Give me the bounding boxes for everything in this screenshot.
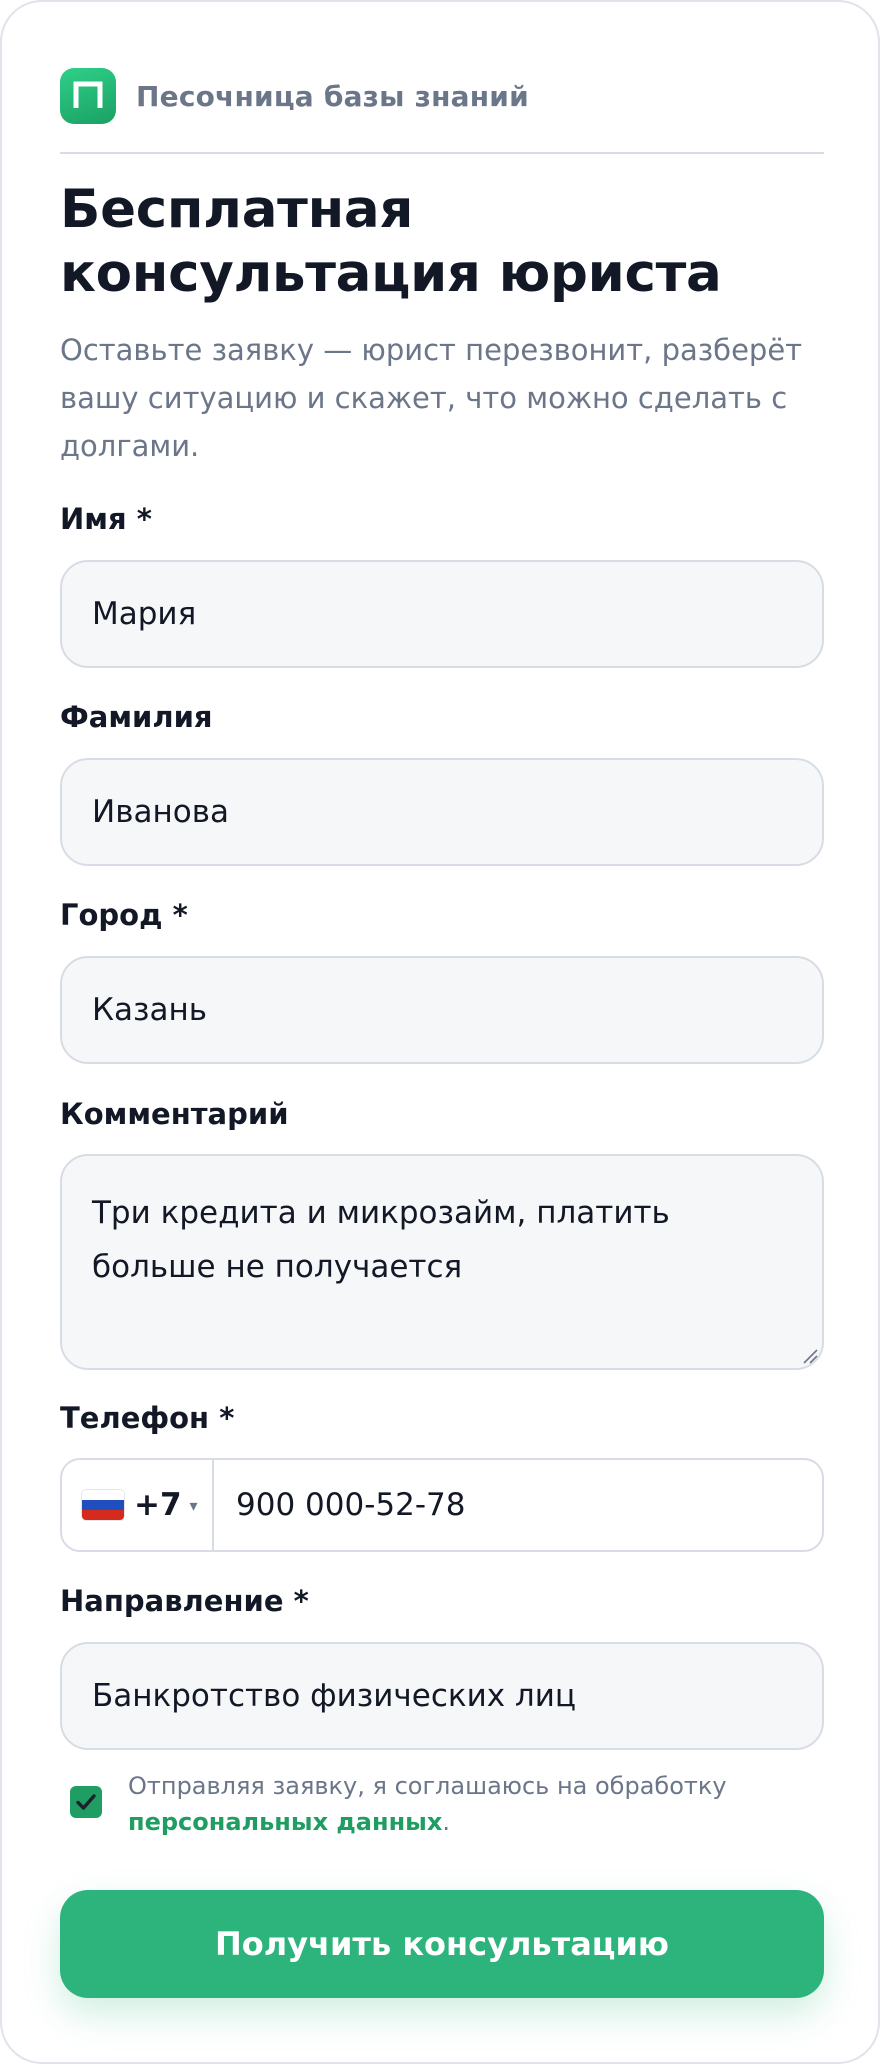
last-name-label: Фамилия bbox=[60, 700, 213, 734]
checkmark-icon bbox=[76, 1794, 96, 1810]
page-subtitle: Оставьте заявку — юрист перезвонит, разб… bbox=[60, 333, 803, 463]
consultation-card: Песочница базы знаний Бесплатная консуль… bbox=[0, 0, 880, 2064]
city-label: Город * bbox=[60, 898, 188, 932]
phone-number-value: 900 000-52-78 bbox=[236, 1487, 466, 1523]
country-code-select[interactable]: +7 ▾ bbox=[62, 1460, 214, 1550]
chevron-down-icon: ▾ bbox=[189, 1495, 198, 1515]
first-name-input[interactable]: Мария bbox=[60, 560, 824, 668]
comment-value: Три кредита и микрозайм, платить больше … bbox=[92, 1195, 670, 1285]
brand-name: Песочница базы знаний bbox=[136, 79, 529, 113]
first-name-value: Мария bbox=[92, 596, 197, 632]
consent-trailing: . bbox=[442, 1808, 450, 1836]
personal-data-link[interactable]: персональных данных bbox=[128, 1808, 442, 1836]
comment-textarea[interactable]: Три кредита и микрозайм, платить больше … bbox=[60, 1154, 824, 1370]
consent-text: Отправляя заявку, я соглашаюсь на обрабо… bbox=[128, 1768, 768, 1840]
last-name-value: Иванова bbox=[92, 794, 229, 830]
page-title: Бесплатная консультация юриста bbox=[60, 179, 722, 304]
consent-checkbox[interactable] bbox=[70, 1786, 102, 1818]
comment-label: Комментарий bbox=[60, 1097, 289, 1131]
direction-value: Банкротство физических лиц bbox=[92, 1678, 576, 1714]
last-name-input[interactable]: Иванова bbox=[60, 758, 824, 866]
direction-select[interactable]: Банкротство физических лиц bbox=[60, 1642, 824, 1750]
consent-label: Отправляя заявку, я соглашаюсь на обрабо… bbox=[128, 1772, 727, 1800]
brand-header: Песочница базы знаний bbox=[60, 68, 529, 124]
direction-label: Направление * bbox=[60, 1584, 309, 1618]
russia-flag-icon bbox=[82, 1490, 124, 1520]
city-value: Казань bbox=[92, 992, 208, 1028]
brand-logo-icon bbox=[60, 68, 116, 124]
submit-button[interactable]: Получить консультацию bbox=[60, 1890, 824, 1998]
phone-label: Телефон * bbox=[60, 1401, 235, 1435]
header-divider bbox=[60, 152, 824, 154]
resize-handle-icon[interactable] bbox=[802, 1348, 818, 1364]
city-input[interactable]: Казань bbox=[60, 956, 824, 1064]
country-code-value: +7 bbox=[134, 1487, 182, 1523]
first-name-label: Имя * bbox=[60, 502, 152, 536]
consent-row: Отправляя заявку, я соглашаюсь на обрабо… bbox=[60, 1768, 824, 1840]
phone-field: +7 ▾ 900 000-52-78 bbox=[60, 1458, 824, 1552]
phone-number-input[interactable]: 900 000-52-78 bbox=[214, 1460, 822, 1550]
